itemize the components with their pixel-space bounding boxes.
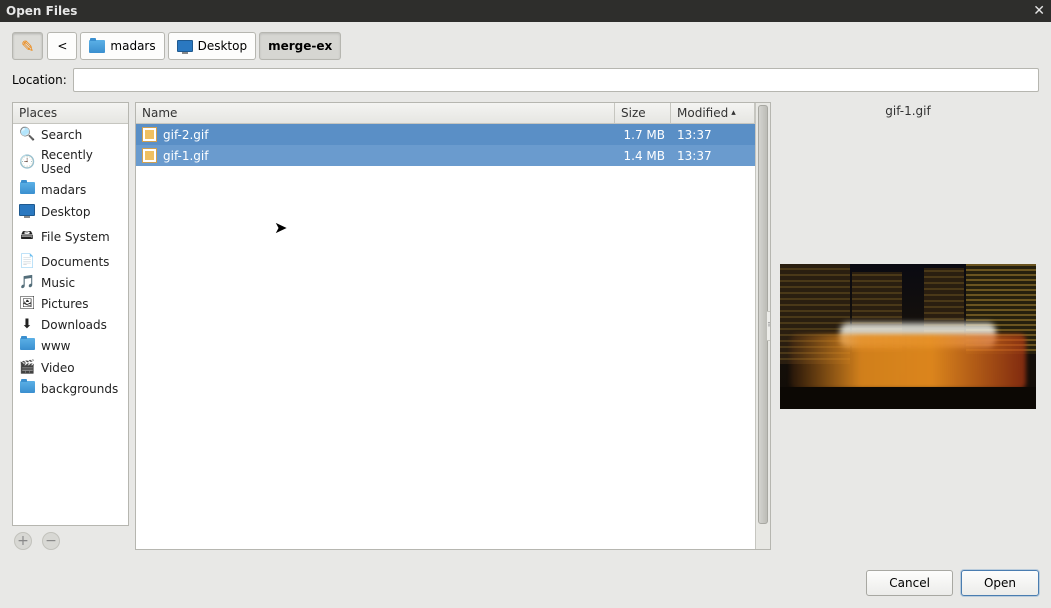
places-footer: + − [12, 526, 129, 550]
place-desktop[interactable]: Desktop [13, 201, 128, 223]
place-downloads[interactable]: ⬇Downloads [13, 314, 128, 335]
places-list: 🔍Search 🕘Recently Used madars Desktop 🖴F… [13, 124, 128, 525]
place-music[interactable]: 🎵Music [13, 272, 128, 293]
open-button[interactable]: Open [961, 570, 1039, 596]
file-row[interactable]: gif-2.gif 1.7 MB 13:37 [136, 124, 755, 145]
breadcrumb-merge-ex[interactable]: merge-ex [259, 32, 341, 60]
breadcrumb-desktop[interactable]: Desktop [168, 32, 257, 60]
sort-asc-icon: ▴ [731, 108, 736, 118]
preview-filename: gif-1.gif [885, 104, 930, 118]
place-filesystem[interactable]: 🖴File System [13, 223, 128, 251]
col-modified[interactable]: Modified▴ [671, 103, 755, 123]
desktop-icon [177, 40, 193, 52]
documents-icon: 📄 [19, 254, 35, 269]
place-backgrounds[interactable]: backgrounds [13, 378, 128, 400]
add-bookmark-button[interactable]: + [14, 532, 32, 550]
file-list: Name Size Modified▴ gif-2.gif 1.7 MB 13:… [136, 103, 755, 549]
close-icon[interactable]: ✕ [1033, 3, 1045, 19]
cancel-button[interactable]: Cancel [866, 570, 953, 596]
file-row[interactable]: gif-1.gif 1.4 MB 13:37 [136, 145, 755, 166]
place-search[interactable]: 🔍Search [13, 124, 128, 145]
drive-icon: 🖴 [19, 226, 35, 248]
col-size[interactable]: Size [615, 103, 671, 123]
desktop-icon [19, 204, 35, 220]
folder-icon [89, 40, 105, 53]
pictures-icon: 🖼 [19, 296, 35, 311]
music-icon: 🎵 [19, 275, 35, 290]
place-documents[interactable]: 📄Documents [13, 251, 128, 272]
places-panel: Places 🔍Search 🕘Recently Used madars Des… [12, 102, 129, 526]
remove-bookmark-button[interactable]: − [42, 532, 60, 550]
col-name[interactable]: Name [136, 103, 615, 123]
toolbar: ✎ < madars Desktop merge-ex [0, 22, 1051, 68]
image-file-icon [142, 127, 157, 142]
place-video[interactable]: 🎬Video [13, 357, 128, 378]
preview-panel: gif-1.gif [777, 102, 1039, 550]
file-header: Name Size Modified▴ [136, 103, 755, 124]
location-row: Location: [0, 68, 1051, 102]
folder-icon [19, 338, 35, 354]
folder-icon [19, 381, 35, 397]
breadcrumb: < madars Desktop merge-ex [47, 32, 341, 60]
downloads-icon: ⬇ [19, 317, 35, 332]
recent-icon: 🕘 [19, 155, 35, 170]
main-area: Places 🔍Search 🕘Recently Used madars Des… [0, 102, 1051, 550]
search-icon: 🔍 [19, 127, 35, 142]
folder-icon [19, 182, 35, 198]
titlebar: Open Files ✕ [0, 0, 1051, 22]
preview-image [780, 264, 1036, 409]
location-input[interactable] [73, 68, 1039, 92]
file-rows: gif-2.gif 1.7 MB 13:37 gif-1.gif 1.4 MB … [136, 124, 755, 166]
place-recent[interactable]: 🕘Recently Used [13, 145, 128, 179]
places-header: Places [13, 103, 128, 124]
dialog-footer: Cancel Open [0, 560, 1051, 608]
file-list-panel: Name Size Modified▴ gif-2.gif 1.7 MB 13:… [135, 102, 771, 550]
breadcrumb-madars[interactable]: madars [80, 32, 164, 60]
location-label: Location: [12, 73, 67, 87]
place-home[interactable]: madars [13, 179, 128, 201]
video-icon: 🎬 [19, 360, 35, 375]
pencil-icon: ✎ [21, 37, 34, 56]
image-file-icon [142, 148, 157, 163]
pane-resize-grip[interactable] [767, 311, 771, 341]
place-pictures[interactable]: 🖼Pictures [13, 293, 128, 314]
place-www[interactable]: www [13, 335, 128, 357]
breadcrumb-back[interactable]: < [47, 32, 77, 60]
window-title: Open Files [6, 4, 77, 18]
edit-path-button[interactable]: ✎ [12, 32, 43, 60]
